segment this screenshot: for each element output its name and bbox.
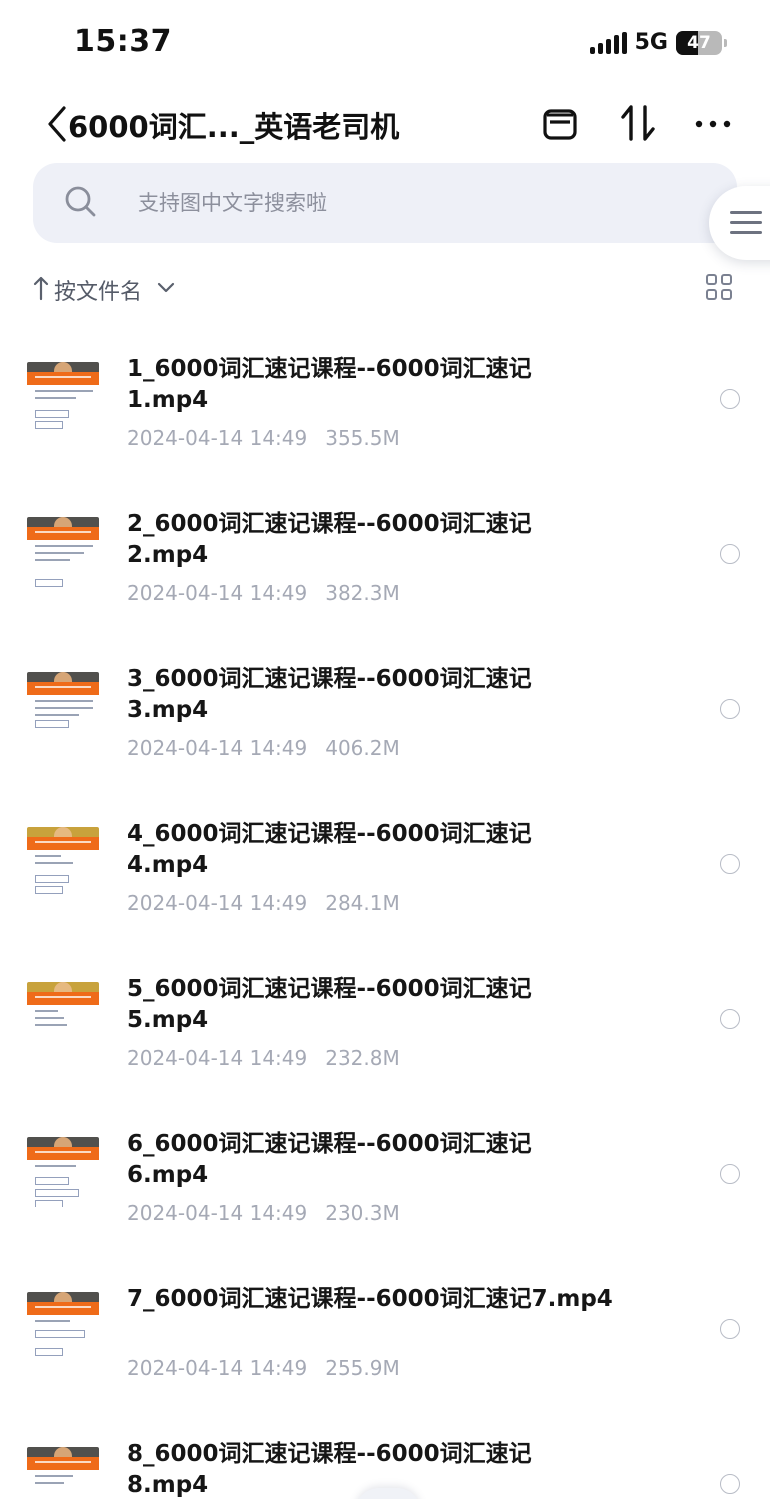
list-item[interactable]: 4_6000词汇速记课程--6000词汇速记4.mp4 2024-04-14 1… (0, 803, 770, 953)
more-icon[interactable] (692, 106, 734, 142)
file-size: 406.2M (325, 736, 400, 760)
list-item[interactable]: 6_6000词汇速记课程--6000词汇速记6.mp4 2024-04-14 1… (0, 1113, 770, 1263)
list-item[interactable]: 7_6000词汇速记课程--6000词汇速记7.mp4 2024-04-14 1… (0, 1268, 770, 1418)
file-date: 2024-04-14 14:49 (127, 736, 308, 760)
sort-by-filename[interactable]: 按文件名 (54, 274, 142, 306)
file-date: 2024-04-14 14:49 (127, 1356, 308, 1380)
file-name: 1_6000词汇速记课程--6000词汇速记1.mp4 (127, 356, 532, 413)
box-icon[interactable] (540, 104, 580, 144)
video-thumbnail (27, 672, 99, 742)
list-item[interactable]: 3_6000词汇速记课程--6000词汇速记3.mp4 2024-04-14 1… (0, 648, 770, 798)
sort-bar: 按文件名 (0, 268, 770, 312)
select-radio[interactable] (720, 699, 740, 719)
list-item[interactable]: 5_6000词汇速记课程--6000词汇速记5.mp4 2024-04-14 1… (0, 958, 770, 1108)
file-date: 2024-04-14 14:49 (127, 426, 308, 450)
file-size: 284.1M (325, 891, 400, 915)
file-name: 4_6000词汇速记课程--6000词汇速记4.mp4 (127, 821, 532, 878)
video-thumbnail (27, 827, 99, 897)
file-size: 382.3M (325, 581, 400, 605)
list-item[interactable]: 2_6000词汇速记课程--6000词汇速记2.mp4 2024-04-14 1… (0, 493, 770, 643)
select-radio[interactable] (720, 1164, 740, 1184)
video-thumbnail (27, 1137, 99, 1207)
network-type: 5G (634, 30, 668, 55)
file-meta: 2024-04-14 14:49 382.3M (127, 581, 400, 605)
select-radio[interactable] (720, 544, 740, 564)
file-date: 2024-04-14 14:49 (127, 581, 308, 605)
file-date: 2024-04-14 14:49 (127, 891, 308, 915)
file-name: 2_6000词汇速记课程--6000词汇速记2.mp4 (127, 511, 532, 568)
select-radio[interactable] (720, 389, 740, 409)
battery-level: 47 (687, 32, 711, 53)
file-date: 2024-04-14 14:49 (127, 1046, 308, 1070)
arrow-up-icon[interactable] (32, 275, 50, 301)
select-radio[interactable] (720, 1319, 740, 1339)
menu-icon[interactable] (709, 186, 770, 260)
video-thumbnail (27, 517, 99, 587)
status-bar: 15:37 5G 47 (0, 0, 770, 88)
video-thumbnail (27, 982, 99, 1052)
list-item[interactable]: 1_6000词汇速记课程--6000词汇速记1.mp4 2024-04-14 1… (0, 338, 770, 488)
file-name: 8_6000词汇速记课程--6000词汇速记8.mp4 (127, 1441, 532, 1498)
file-name: 7_6000词汇速记课程--6000词汇速记7.mp4 (127, 1286, 613, 1312)
video-thumbnail (27, 1447, 99, 1499)
file-meta: 2024-04-14 14:49 406.2M (127, 736, 400, 760)
status-time: 15:37 (74, 24, 172, 59)
file-meta: 2024-04-14 14:49 355.5M (127, 426, 400, 450)
file-size: 230.3M (325, 1201, 400, 1225)
video-thumbnail (27, 1292, 99, 1362)
file-meta: 2024-04-14 14:49 255.9M (127, 1356, 400, 1380)
select-radio[interactable] (720, 854, 740, 874)
grid-view-icon[interactable] (706, 274, 734, 302)
file-size: 255.9M (325, 1356, 400, 1380)
file-name: 5_6000词汇速记课程--6000词汇速记5.mp4 (127, 976, 532, 1033)
video-thumbnail (27, 362, 99, 432)
page-title: 6000词汇..._英语老司机 (68, 110, 400, 144)
chevron-left-icon[interactable] (44, 104, 70, 144)
file-meta: 2024-04-14 14:49 230.3M (127, 1201, 400, 1225)
select-radio[interactable] (720, 1474, 740, 1494)
file-name: 3_6000词汇速记课程--6000词汇速记3.mp4 (127, 666, 532, 723)
file-name: 6_6000词汇速记课程--6000词汇速记6.mp4 (127, 1131, 532, 1188)
select-radio[interactable] (720, 1009, 740, 1029)
search-input[interactable]: 支持图中文字搜索啦 (33, 163, 737, 243)
file-size: 232.8M (325, 1046, 400, 1070)
battery-icon: 47 (676, 30, 727, 55)
sort-icon[interactable] (618, 102, 658, 144)
search-icon (65, 186, 96, 217)
file-meta: 2024-04-14 14:49 232.8M (127, 1046, 400, 1070)
file-date: 2024-04-14 14:49 (127, 1201, 308, 1225)
status-indicators: 5G 47 (589, 30, 727, 55)
signal-icon (589, 31, 627, 54)
file-meta: 2024-04-14 14:49 284.1M (127, 891, 400, 915)
chevron-down-icon[interactable] (156, 280, 176, 294)
file-size: 355.5M (325, 426, 400, 450)
navigation-bar: 6000词汇..._英语老司机 (0, 96, 770, 156)
search-placeholder: 支持图中文字搜索啦 (138, 191, 327, 215)
